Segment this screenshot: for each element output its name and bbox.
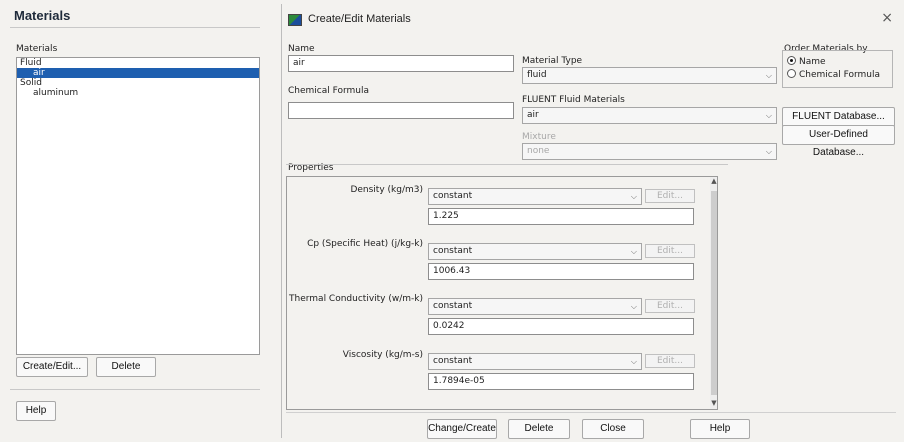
- help-button[interactable]: Help: [16, 401, 56, 421]
- thermal-conductivity-edit-button[interactable]: Edit...: [645, 299, 695, 313]
- scroll-up-icon[interactable]: ▲: [710, 177, 717, 185]
- density-edit-button[interactable]: Edit...: [645, 189, 695, 203]
- chevron-down-icon: ⌵: [765, 111, 772, 120]
- delete-button[interactable]: Delete: [96, 357, 156, 377]
- order-by-formula-option[interactable]: Chemical Formula: [787, 69, 880, 80]
- thermal-conductivity-method-select[interactable]: constant ⌵: [428, 298, 642, 315]
- material-type-value: fluid: [527, 70, 547, 80]
- close-icon[interactable]: ×: [881, 10, 893, 26]
- list-item-aluminum[interactable]: aluminum: [17, 88, 259, 98]
- thermal-conductivity-label: Thermal Conductivity (w/m-k): [289, 294, 423, 304]
- fluent-database-button[interactable]: FLUENT Database...: [782, 107, 895, 127]
- mixture-label: Mixture: [522, 132, 556, 142]
- name-field[interactable]: air: [288, 55, 514, 72]
- change-create-button[interactable]: Change/Create: [427, 419, 497, 439]
- chevron-down-icon: ⌵: [765, 71, 772, 80]
- materials-panel: Materials Materials Fluid air Solid alum…: [6, 4, 264, 436]
- properties-divider: [286, 164, 728, 165]
- cp-value-field[interactable]: 1006.43: [428, 263, 694, 280]
- dialog-bottom-divider: [286, 412, 896, 413]
- panel-title: Materials: [14, 8, 71, 23]
- dialog-title: Create/Edit Materials: [308, 13, 411, 25]
- delete-material-button[interactable]: Delete: [508, 419, 570, 439]
- properties-panel[interactable]: Density (kg/m3) constant ⌵ Edit... 1.225…: [286, 176, 718, 410]
- viscosity-value-field[interactable]: 1.7894e-05: [428, 373, 694, 390]
- thermal-conductivity-value-field[interactable]: 0.0242: [428, 318, 694, 335]
- fluent-fluid-materials-label: FLUENT Fluid Materials: [522, 95, 625, 105]
- properties-scrollbar[interactable]: ▲ ▼: [710, 177, 717, 409]
- cp-method-value: constant: [433, 246, 473, 256]
- viscosity-method-value: constant: [433, 356, 473, 366]
- chevron-down-icon: ⌵: [630, 302, 637, 311]
- materials-list-label: Materials: [16, 44, 58, 54]
- chevron-down-icon: ⌵: [630, 192, 637, 201]
- user-defined-database-button[interactable]: User-Defined Database...: [782, 125, 895, 158]
- panel-title-divider: [10, 27, 260, 28]
- viscosity-method-select[interactable]: constant ⌵: [428, 353, 642, 370]
- scroll-down-icon[interactable]: ▼: [710, 399, 717, 407]
- chevron-down-icon: ⌵: [630, 247, 637, 256]
- order-by-formula-label: Chemical Formula: [799, 70, 881, 80]
- viscosity-edit-button[interactable]: Edit...: [645, 354, 695, 368]
- create-edit-button[interactable]: Create/Edit...: [16, 357, 88, 377]
- chemical-formula-label: Chemical Formula: [288, 86, 370, 96]
- panel-bottom-divider: [10, 389, 260, 390]
- density-method-value: constant: [433, 191, 473, 201]
- chevron-down-icon: ⌵: [765, 147, 772, 156]
- order-by-name-option[interactable]: Name: [787, 56, 826, 67]
- list-item-fluid[interactable]: Fluid: [17, 58, 259, 68]
- density-method-select[interactable]: constant ⌵: [428, 188, 642, 205]
- cp-label: Cp (Specific Heat) (j/kg-k): [307, 239, 423, 249]
- chemical-formula-field[interactable]: [288, 102, 514, 119]
- close-button[interactable]: Close: [582, 419, 644, 439]
- material-type-label: Material Type: [522, 56, 583, 66]
- thermal-conductivity-method-value: constant: [433, 301, 473, 311]
- order-by-name-label: Name: [799, 57, 826, 67]
- list-item-air[interactable]: air: [17, 68, 259, 78]
- list-item-solid[interactable]: Solid: [17, 78, 259, 88]
- mixture-select[interactable]: none ⌵: [522, 143, 777, 160]
- mixture-value: none: [527, 146, 550, 156]
- name-label: Name: [288, 44, 315, 54]
- order-materials-group: Name Chemical Formula: [782, 50, 893, 88]
- materials-list[interactable]: Fluid air Solid aluminum: [16, 57, 260, 355]
- fluent-fluid-materials-select[interactable]: air ⌵: [522, 107, 777, 124]
- app-icon: [288, 14, 302, 26]
- radio-selected-icon[interactable]: [787, 56, 796, 65]
- chevron-down-icon: ⌵: [630, 357, 637, 366]
- cp-edit-button[interactable]: Edit...: [645, 244, 695, 258]
- density-value-field[interactable]: 1.225: [428, 208, 694, 225]
- material-type-select[interactable]: fluid ⌵: [522, 67, 777, 84]
- scroll-thumb[interactable]: [711, 191, 717, 395]
- density-label: Density (kg/m3): [350, 185, 423, 195]
- radio-icon[interactable]: [787, 69, 796, 78]
- dialog-help-button[interactable]: Help: [690, 419, 750, 439]
- viscosity-label: Viscosity (kg/m-s): [342, 350, 423, 360]
- cp-method-select[interactable]: constant ⌵: [428, 243, 642, 260]
- fluent-fluid-materials-value: air: [527, 110, 539, 120]
- create-edit-materials-dialog: Create/Edit Materials × Name air Chemica…: [281, 4, 899, 439]
